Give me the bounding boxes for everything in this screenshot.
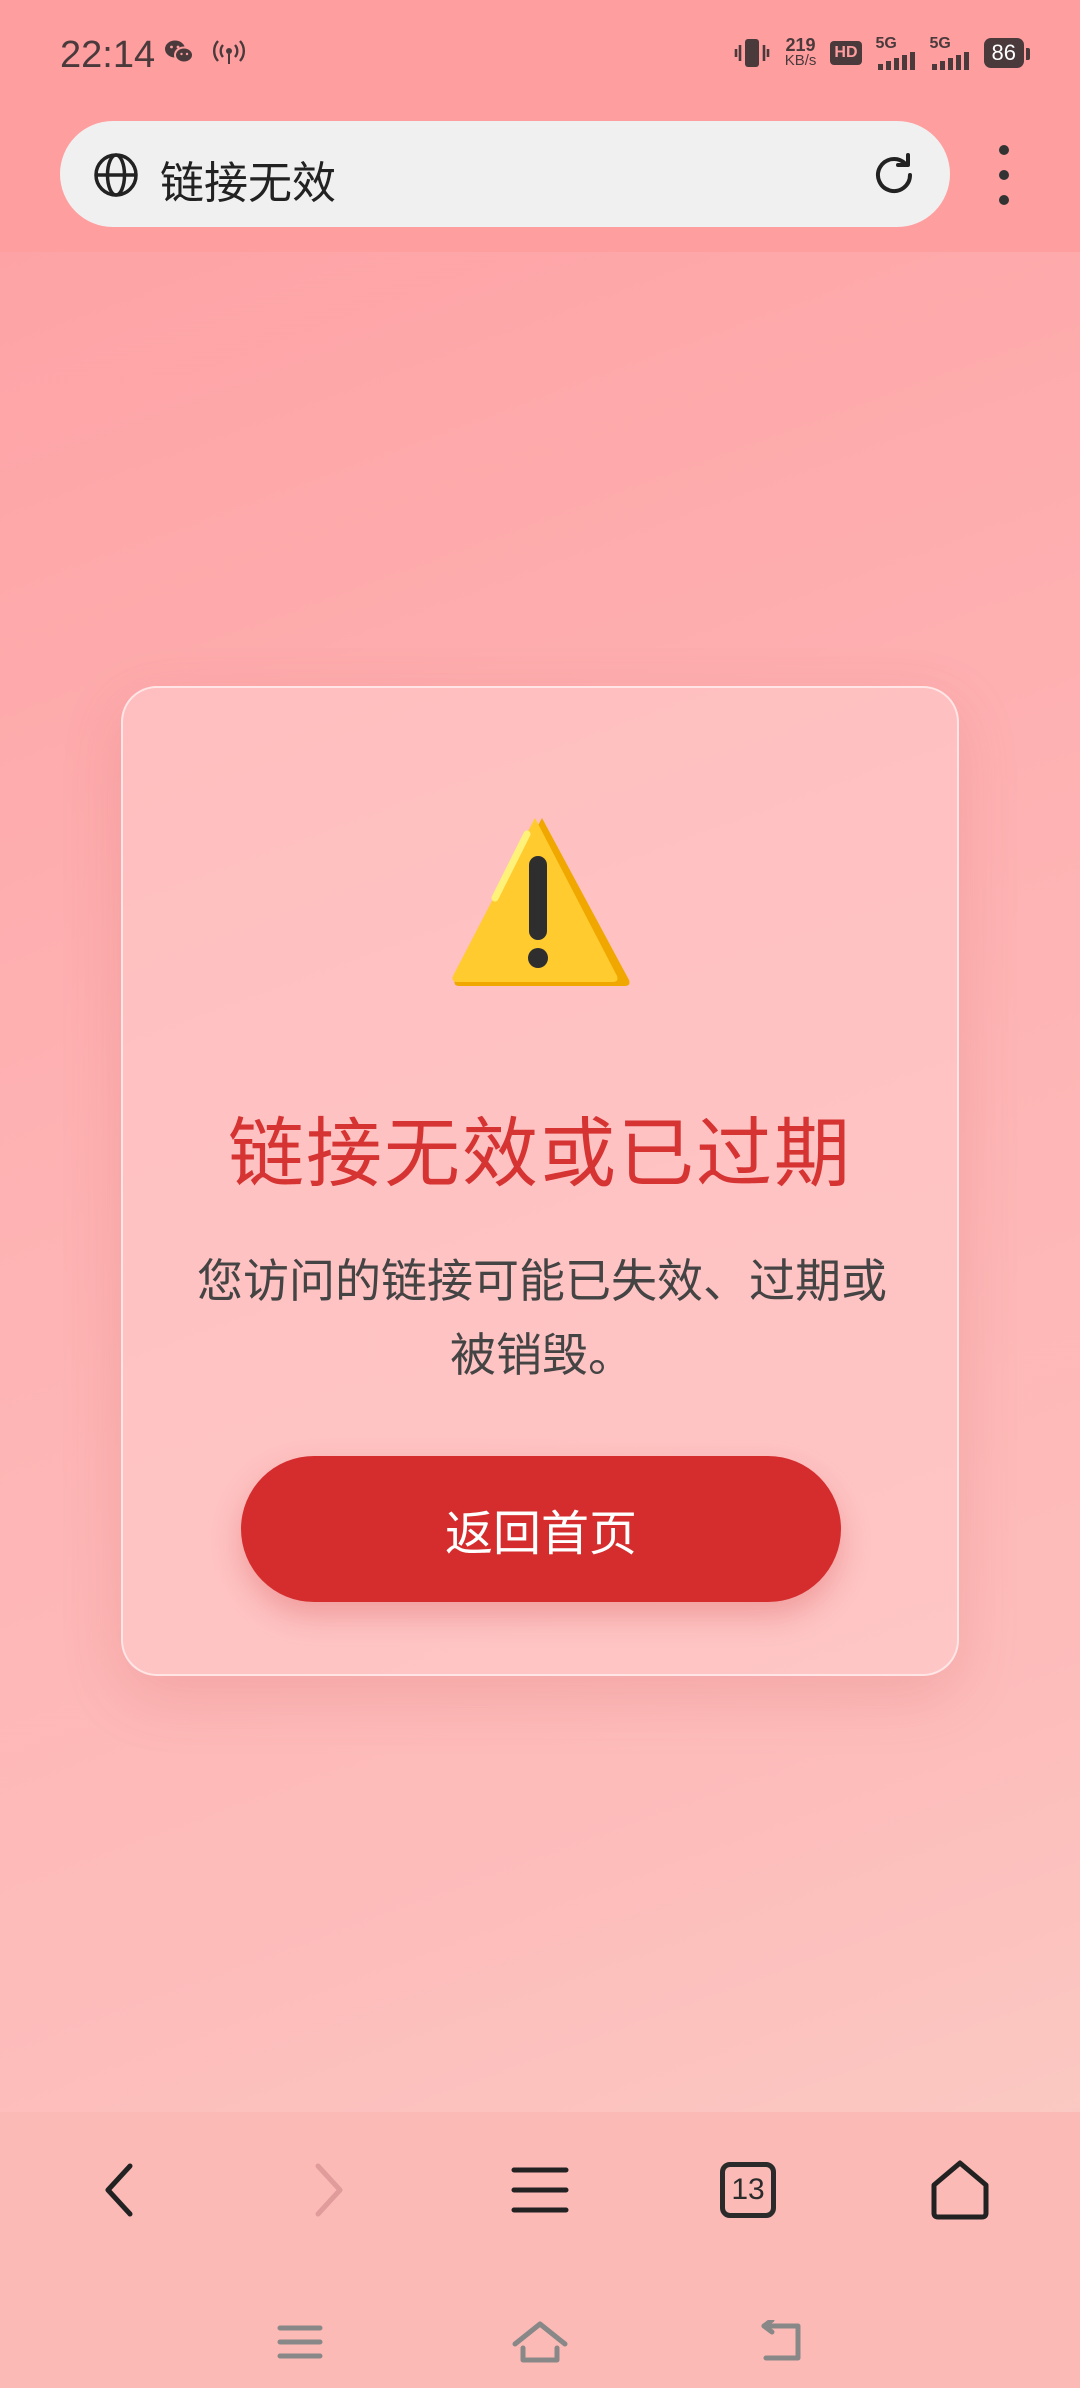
sim1-signal: 5G [876,36,916,70]
browser-toolbar: 链接无效 [0,115,1080,252]
error-description: 您访问的链接可能已失效、过期或被销毁。 [197,1254,887,1382]
bottom-toolbar: 13 [0,2112,1080,2388]
sim1-network-label: 5G [875,35,897,52]
menu-icon [511,2167,569,2213]
forward-button[interactable] [288,2150,368,2230]
wechat-icon [165,40,194,64]
status-left-icons [164,38,246,66]
warning-icon [452,818,630,986]
back-to-home-button[interactable]: 返回首页 [241,1456,841,1602]
network-speed: 219 KB/s [784,35,817,69]
system-home-icon [512,2321,568,2363]
recents-icon [277,2325,323,2359]
network-speed-unit: KB/s [784,52,817,69]
sim2-network-label: 5G [929,35,951,52]
home-button[interactable] [920,2150,1000,2230]
home-icon [931,2160,989,2220]
tabs-button[interactable]: 13 [708,2150,788,2230]
system-recents-button[interactable] [270,2312,330,2372]
chevron-left-icon [105,2163,133,2217]
chevron-right-icon [315,2163,343,2217]
more-menu-icon[interactable] [986,145,1022,205]
system-back-button[interactable] [750,2312,810,2372]
error-card: 链接无效或已过期 您访问的链接可能已失效、过期或被销毁。 返回首页 [121,686,959,1676]
system-back-icon [761,2320,801,2361]
tabs-count: 13 [720,2162,776,2218]
battery-indicator: 86 [983,38,1031,68]
globe-icon [94,153,138,197]
menu-button[interactable] [500,2150,580,2230]
status-bar: 22:14 219 KB/s HD 5G 5G 86 [0,0,1080,115]
address-bar[interactable]: 链接无效 [60,121,950,227]
system-home-button[interactable] [510,2312,570,2372]
signal-bars-icon [931,52,969,70]
hotspot-icon [213,40,245,64]
back-button[interactable] [80,2150,160,2230]
reload-icon[interactable] [868,149,920,201]
sim2-signal: 5G [930,36,970,70]
address-text: 链接无效 [160,158,336,209]
hd-voice-badge: HD [830,41,862,65]
error-title: 链接无效或已过期 [228,1109,852,1198]
status-time: 22:14 [60,34,156,76]
vibrate-icon [734,39,770,67]
signal-bars-icon [877,52,915,70]
status-right-icons: 219 KB/s HD 5G 5G 86 [733,35,1031,70]
network-speed-value: 219 [785,35,816,55]
